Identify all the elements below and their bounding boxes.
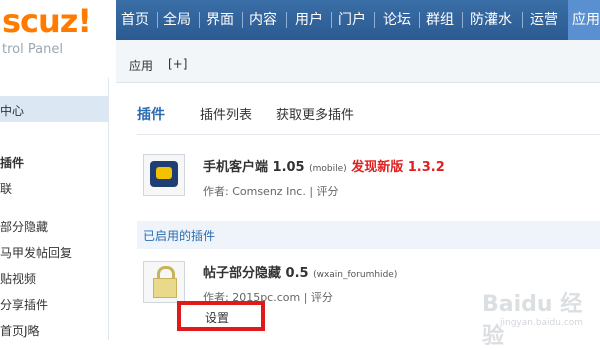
sub-bar bbox=[116, 40, 600, 83]
new-version-link[interactable]: 发现新版 1.3.2 bbox=[351, 160, 445, 175]
nav-antispam[interactable]: 防灌水 bbox=[470, 0, 512, 40]
nav-separator bbox=[199, 12, 200, 28]
nav-separator bbox=[374, 12, 375, 28]
lock-body-icon bbox=[153, 278, 177, 298]
nav-apps[interactable]: 应用 bbox=[572, 0, 600, 40]
tab-plugin-list[interactable]: 插件列表 bbox=[200, 104, 252, 123]
hide-plugin-rate-link[interactable]: | 评分 bbox=[304, 291, 333, 304]
watermark-sub: jingyan.baidu.com bbox=[500, 318, 584, 328]
nav-separator bbox=[419, 12, 420, 28]
nav-global[interactable]: 全局 bbox=[163, 0, 191, 40]
tab-plugin[interactable]: 插件 bbox=[137, 104, 165, 124]
nav-users[interactable]: 用户 bbox=[295, 0, 323, 40]
nav-separator bbox=[286, 12, 287, 28]
watermark: Baidu 经验 bbox=[482, 292, 583, 349]
mobile-plugin-meta: 作者: Comsenz Inc. | 评分 bbox=[203, 183, 339, 199]
nav-content[interactable]: 内容 bbox=[249, 0, 277, 40]
nav-separator bbox=[522, 12, 523, 28]
hide-plugin-title: 帖子部分隐藏 0.5 (wxain_forumhide) bbox=[203, 262, 397, 281]
nav-interface[interactable]: 界面 bbox=[206, 0, 234, 40]
settings-link[interactable]: 设置 bbox=[205, 309, 229, 326]
hide-plugin-tag: (wxain_forumhide) bbox=[313, 270, 398, 280]
nav-operations[interactable]: 运营 bbox=[530, 0, 558, 40]
nav-home[interactable]: 首页 bbox=[121, 0, 149, 40]
enabled-plugins-title: 已启用的插件 bbox=[143, 229, 216, 243]
sidebar-item-homepage[interactable]: 首页J略 bbox=[0, 322, 40, 339]
breadcrumb-app[interactable]: 应用 bbox=[129, 57, 153, 74]
mobile-plugin-icon bbox=[143, 154, 185, 196]
mobile-plugin-name: 手机客户端 1.05 bbox=[203, 160, 305, 175]
nav-groups[interactable]: 群组 bbox=[426, 0, 454, 40]
sidebar-item-center[interactable]: 中心 bbox=[0, 102, 24, 119]
mobile-plugin-rate-link[interactable]: | 评分 bbox=[309, 185, 338, 198]
nav-separator bbox=[242, 12, 243, 28]
nav-separator bbox=[462, 12, 463, 28]
divider bbox=[137, 134, 600, 135]
logo-area: scuz! trol Panel bbox=[0, 0, 116, 78]
nav-separator bbox=[331, 12, 332, 28]
sidebar-item-sockpuppet[interactable]: 马甲发帖回复 bbox=[0, 244, 72, 261]
mobile-plugin-tag: (mobile) bbox=[309, 164, 347, 174]
sidebar-section-plugins: 插件 bbox=[0, 156, 25, 170]
nav-portal[interactable]: 门户 bbox=[338, 0, 366, 40]
hide-plugin-name: 帖子部分隐藏 0.5 bbox=[203, 266, 309, 281]
logo-subtitle: trol Panel bbox=[2, 42, 63, 57]
sidebar-item-share[interactable]: 分享插件 bbox=[0, 296, 48, 313]
mobile-plugin-author: 作者: Comsenz Inc. bbox=[203, 185, 306, 198]
logo: scuz! bbox=[2, 2, 92, 40]
nav-forum[interactable]: 论坛 bbox=[383, 0, 411, 40]
nav-separator bbox=[157, 12, 158, 28]
add-shortcut-button[interactable]: [+] bbox=[168, 57, 187, 71]
sidebar-item-video[interactable]: 贴视频 bbox=[0, 270, 36, 287]
chat-bubble-icon bbox=[156, 167, 172, 179]
sidebar-item-partial-hide[interactable]: 部分隐藏 bbox=[0, 218, 48, 235]
mobile-plugin-title: 手机客户端 1.05 (mobile) 发现新版 1.3.2 bbox=[203, 156, 445, 175]
sidebar-item-lian[interactable]: 联 bbox=[0, 180, 12, 197]
hide-plugin-icon bbox=[143, 261, 185, 303]
tab-get-more[interactable]: 获取更多插件 bbox=[276, 104, 354, 123]
